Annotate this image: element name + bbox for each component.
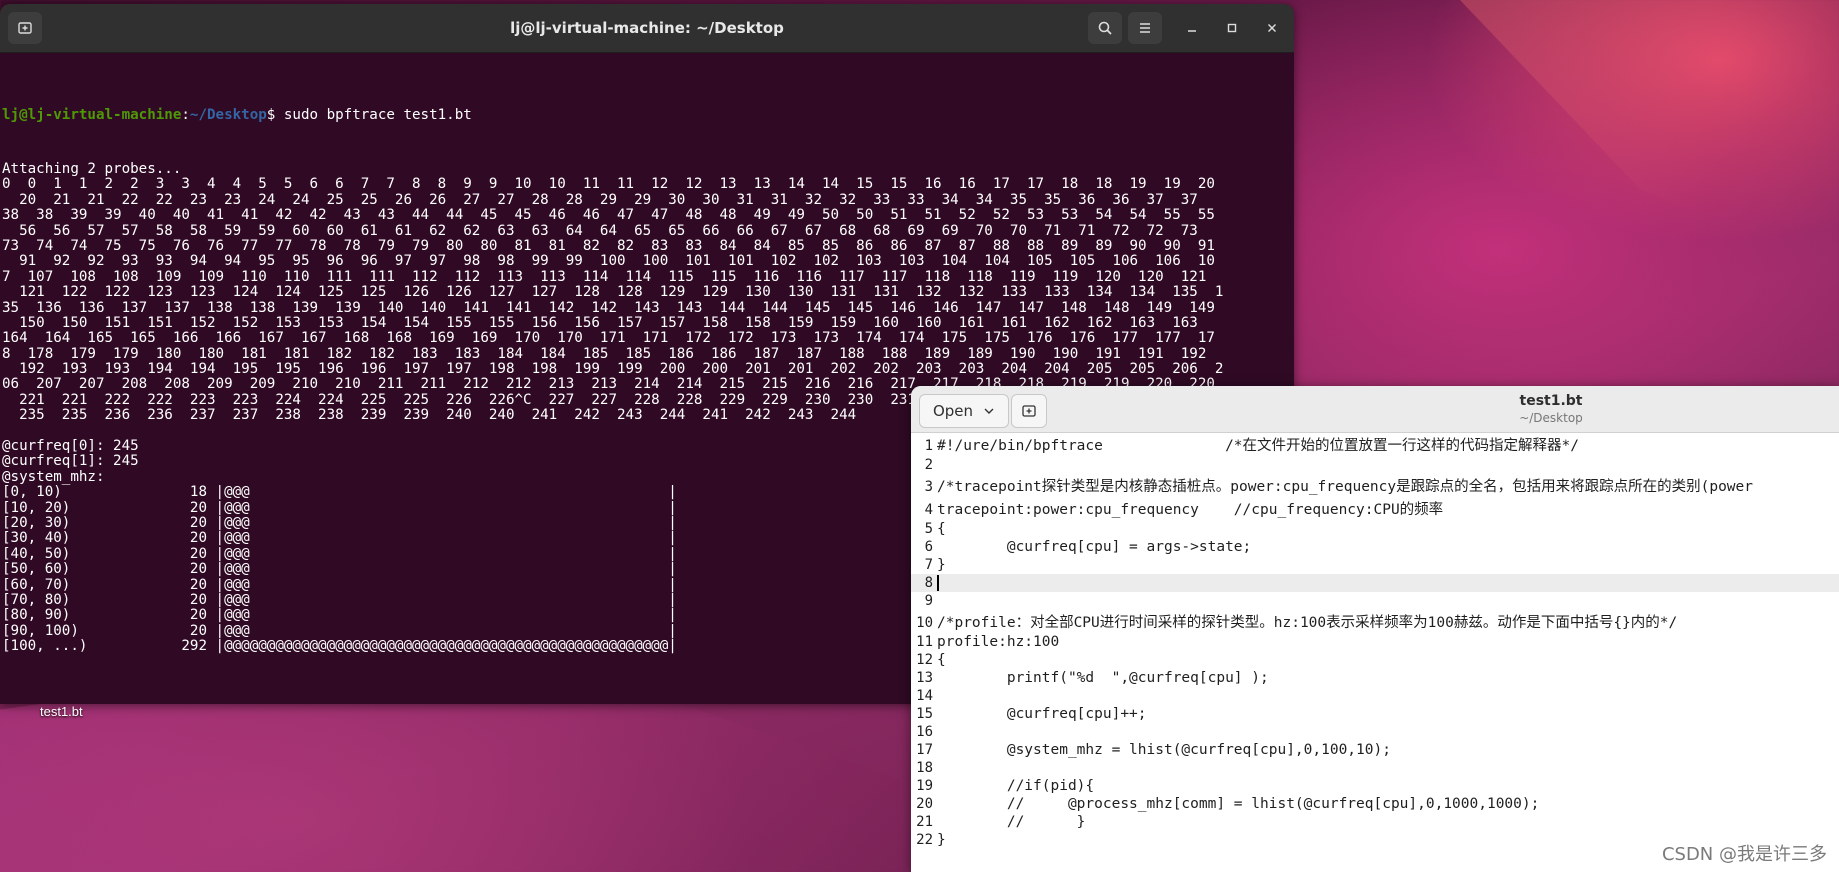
code-line[interactable]: 4 tracepoint:power:cpu_frequency //cpu_fr…: [911, 497, 1839, 520]
line-number: 16: [916, 724, 933, 740]
code-text: // @process_mhz[comm] = lhist(@curfreq[c…: [937, 796, 1540, 812]
code-line[interactable]: 7}: [911, 556, 1839, 574]
code-text: //if(pid){: [937, 778, 1095, 794]
prompt-path: ~/Desktop: [189, 107, 267, 123]
terminal-titlebar[interactable]: lj@lj-virtual-machine: ~/Desktop: [0, 4, 1294, 53]
code-line[interactable]: 17 @system_mhz = lhist(@curfreq[cpu],0,1…: [911, 741, 1839, 759]
line-number: 6: [924, 539, 933, 555]
search-button[interactable]: [1088, 12, 1122, 44]
open-button[interactable]: Open: [919, 394, 1009, 428]
prompt-user: lj@lj-virtual-machine: [2, 107, 182, 123]
maximize-icon: [1227, 23, 1237, 33]
code-line[interactable]: 12{: [911, 651, 1839, 669]
terminal-line: 56 56 57 57 58 58 59 59 60 60 61 61 62 6…: [2, 222, 1198, 239]
menu-button[interactable]: [1128, 12, 1162, 44]
command-text: sudo bpftrace test1.bt: [283, 107, 472, 123]
terminal-line: 91 92 92 93 93 94 94 95 95 96 96 97 97 9…: [2, 253, 1215, 270]
line-number: 9: [924, 593, 933, 609]
line-number: 11: [916, 634, 933, 650]
code-text: }: [937, 557, 946, 573]
code-editor[interactable]: 1 #!/ure/bin/bpftrace /*在文件开始的位置放置一行这样的代码…: [911, 433, 1839, 872]
line-number: 13: [916, 670, 933, 686]
terminal-line: 192 193 193 194 194 195 195 196 196 197 …: [2, 361, 1224, 378]
desktop-file-label[interactable]: test1.bt: [40, 704, 83, 719]
search-icon: [1098, 21, 1112, 35]
text-caret: [937, 575, 939, 591]
line-number: 8: [924, 575, 933, 591]
line-number: 2: [924, 457, 933, 473]
code-line[interactable]: 19 //if(pid){: [911, 777, 1839, 795]
code-text: @curfreq[cpu]++;: [937, 706, 1147, 722]
maximize-button[interactable]: [1220, 16, 1244, 40]
code-line[interactable]: 11 profile:hz:100: [911, 633, 1839, 651]
line-number: 19: [916, 778, 933, 794]
close-icon: [1268, 24, 1276, 32]
terminal-line: 35 136 136 137 137 138 138 139 139 140 1…: [2, 299, 1215, 316]
code-line[interactable]: 1 #!/ure/bin/bpftrace /*在文件开始的位置放置一行这样的代码…: [911, 433, 1839, 456]
line-number: 5: [924, 521, 933, 537]
code-text: profile:hz:100: [937, 634, 1060, 650]
code-line[interactable]: 14: [911, 687, 1839, 705]
code-text: // }: [937, 814, 1086, 830]
document-title: test1.bt: [1519, 393, 1583, 409]
minimize-button[interactable]: [1180, 16, 1204, 40]
line-number: 22: [916, 832, 933, 848]
line-number: 18: [916, 760, 933, 776]
command-line: lj@lj-virtual-machine:~/Desktop$ sudo bp…: [2, 107, 472, 123]
code-line[interactable]: 2: [911, 456, 1839, 474]
chevron-down-icon: [984, 408, 994, 414]
code-line[interactable]: 3/*tracepoint探针类型是内核静态插桩点。power:cpu_freq…: [911, 474, 1839, 497]
new-document-button[interactable]: [1011, 394, 1047, 428]
watermark: CSDN @我是许三多: [1661, 844, 1827, 865]
code-line[interactable]: 5{: [911, 520, 1839, 538]
line-number: 21: [916, 814, 933, 830]
terminal-line: 164 164 165 165 166 166 167 167 168 168 …: [2, 330, 1215, 347]
code-line[interactable]: 16: [911, 723, 1839, 741]
code-line[interactable]: 10/*profile：对全部CPU进行时间采样的探针类型。hz:100表示采样…: [911, 610, 1839, 633]
close-button[interactable]: [1260, 16, 1284, 40]
terminal-line: 38 38 39 39 40 40 41 41 42 42 43 43 44 4…: [2, 207, 1215, 224]
terminal-line: 7 107 108 108 109 109 110 110 111 111 11…: [2, 268, 1207, 285]
terminal-line: 0 0 1 1 2 2 3 3 4 4 5 5 6 6 7 7 8 8 9 9 …: [2, 176, 1215, 193]
line-number: 17: [916, 742, 933, 758]
terminal-line: Attaching 2 probes...: [2, 161, 182, 177]
code-line[interactable]: 15 @curfreq[cpu]++;: [911, 705, 1839, 723]
terminal-line: 150 150 151 151 152 152 153 153 154 154 …: [2, 314, 1198, 331]
code-text: @system_mhz = lhist(@curfreq[cpu],0,100,…: [937, 742, 1391, 758]
terminal-line: 121 122 122 123 123 124 124 125 125 126 …: [2, 284, 1224, 301]
code-text: {: [937, 652, 946, 668]
wallpaper-accent: [1460, 0, 1839, 294]
code-line[interactable]: 18: [911, 759, 1839, 777]
code-line[interactable]: 8: [911, 574, 1839, 592]
text-editor-window[interactable]: Open test1.bt ~/Desktop 1 #!/ure/bin/bpft…: [911, 386, 1839, 872]
code-text: printf("%d ",@curfreq[cpu] );: [937, 670, 1269, 686]
line-number: 14: [916, 688, 933, 704]
document-path: ~/Desktop: [1519, 411, 1583, 425]
terminal-line: 8 178 179 179 180 180 181 181 182 182 18…: [2, 345, 1207, 362]
code-line[interactable]: 9: [911, 592, 1839, 610]
code-text: {: [937, 521, 946, 537]
terminal-line: 73 74 74 75 75 76 76 77 77 78 78 79 79 8…: [2, 237, 1215, 254]
new-tab-icon: [1022, 405, 1036, 417]
code-text: @curfreq[cpu] = args->state;: [937, 539, 1252, 555]
minimize-icon: [1188, 30, 1196, 32]
line-number: 12: [916, 652, 933, 668]
code-line[interactable]: 20 // @process_mhz[comm] = lhist(@curfre…: [911, 795, 1839, 813]
editor-headerbar[interactable]: Open test1.bt ~/Desktop: [911, 386, 1839, 433]
code-line[interactable]: 21 // }: [911, 813, 1839, 831]
hamburger-menu-icon: [1140, 23, 1150, 33]
code-line[interactable]: 6 @curfreq[cpu] = args->state;: [911, 538, 1839, 556]
line-number: 20: [916, 796, 933, 812]
code-text: }: [937, 832, 946, 848]
line-number: 15: [916, 706, 933, 722]
open-button-label: Open: [932, 402, 974, 420]
line-number: 7: [924, 557, 933, 573]
code-line[interactable]: 13 printf("%d ",@curfreq[cpu] );: [911, 669, 1839, 687]
terminal-line: 20 21 21 22 22 23 23 24 24 25 25 26 26 2…: [2, 191, 1198, 208]
